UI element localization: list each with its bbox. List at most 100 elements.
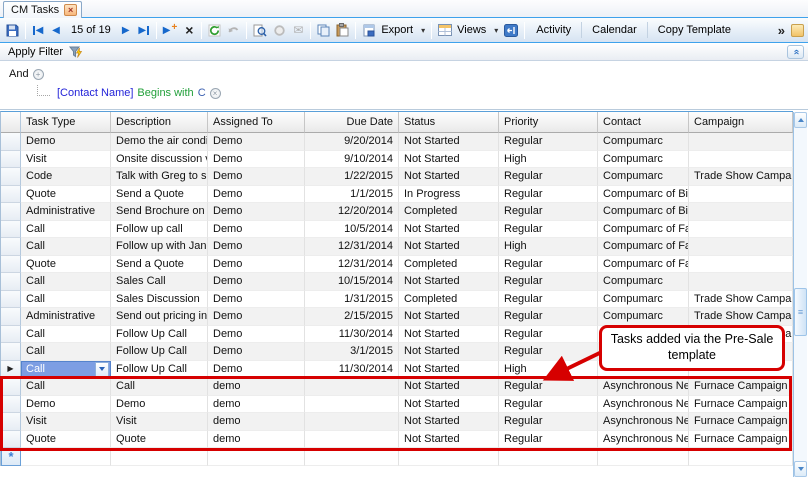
grid-cell[interactable]: Compumarc of Fargo bbox=[598, 238, 689, 256]
column-header-task-type[interactable]: Task Type bbox=[21, 112, 111, 133]
grid-cell[interactable]: Follow Up Call bbox=[111, 326, 208, 344]
grid-cell[interactable]: Compumarc of Fargo bbox=[598, 221, 689, 239]
table-row[interactable]: QuoteSend a QuoteDemo1/1/2015In Progress… bbox=[1, 186, 793, 204]
grid-cell[interactable] bbox=[689, 151, 793, 169]
grid-cell[interactable]: Talk with Greg to se... bbox=[111, 168, 208, 186]
column-header-due-date[interactable]: Due Date bbox=[305, 112, 399, 133]
grid-cell[interactable]: 11/30/2014 bbox=[305, 326, 399, 344]
grid-cell[interactable]: Regular bbox=[499, 256, 598, 274]
grid-cell[interactable]: Demo bbox=[208, 203, 305, 221]
grid-cell[interactable]: 1/22/2015 bbox=[305, 168, 399, 186]
grid-cell[interactable]: Quote bbox=[21, 186, 111, 204]
grid-cell[interactable]: Not Started bbox=[399, 326, 499, 344]
nav-next-button[interactable]: ▶ bbox=[118, 20, 134, 40]
filter-group-operator[interactable]: And bbox=[9, 68, 29, 80]
grid-cell[interactable]: Regular bbox=[499, 291, 598, 309]
column-header-campaign[interactable]: Campaign bbox=[689, 112, 793, 133]
save-button[interactable] bbox=[4, 20, 21, 40]
grid-cell[interactable]: Demo bbox=[208, 168, 305, 186]
grid-cell[interactable]: Demo bbox=[208, 343, 305, 361]
grid-cell[interactable]: Regular bbox=[499, 186, 598, 204]
row-selector[interactable] bbox=[1, 151, 21, 169]
grid-cell[interactable]: Quote bbox=[21, 256, 111, 274]
grid-cell[interactable]: Compumarc of Bism... bbox=[598, 203, 689, 221]
grid-cell[interactable]: Demo bbox=[208, 221, 305, 239]
table-row[interactable]: CallFollow up with JaneDemo12/31/2014Not… bbox=[1, 238, 793, 256]
grid-cell[interactable]: Demo bbox=[208, 133, 305, 151]
grid-cell[interactable] bbox=[689, 256, 793, 274]
grid-cell[interactable]: Call bbox=[21, 221, 111, 239]
grid-cell[interactable]: 1/1/2015 bbox=[305, 186, 399, 204]
scroll-down-button[interactable] bbox=[794, 461, 807, 477]
grid-cell[interactable]: Regular bbox=[499, 203, 598, 221]
grid-cell[interactable]: Demo bbox=[208, 326, 305, 344]
grid-cell[interactable]: Demo bbox=[208, 308, 305, 326]
grid-cell[interactable]: In Progress bbox=[399, 186, 499, 204]
grid-cell[interactable]: Trade Show Campaign bbox=[689, 308, 793, 326]
column-header-priority[interactable]: Priority bbox=[499, 112, 598, 133]
grid-cell[interactable]: High bbox=[499, 151, 598, 169]
grid-cell[interactable]: Call bbox=[21, 273, 111, 291]
grid-cell[interactable] bbox=[689, 273, 793, 291]
grid-cell[interactable]: Demo bbox=[208, 273, 305, 291]
row-selector[interactable] bbox=[1, 343, 21, 361]
table-row[interactable]: CallFollow up callDemo10/5/2014Not Start… bbox=[1, 221, 793, 239]
filter-field[interactable]: [Contact Name] bbox=[57, 87, 133, 99]
grid-cell[interactable]: Follow up call bbox=[111, 221, 208, 239]
refresh-button[interactable] bbox=[206, 20, 223, 40]
paste-button[interactable] bbox=[334, 20, 351, 40]
table-row[interactable]: DemoDemo the air conditi...Demo9/20/2014… bbox=[1, 133, 793, 151]
grid-cell[interactable]: Send out pricing info... bbox=[111, 308, 208, 326]
delete-record-button[interactable]: × bbox=[181, 20, 197, 40]
grid-cell[interactable]: Not Started bbox=[399, 168, 499, 186]
grid-cell[interactable]: Compumarc of Bism... bbox=[598, 186, 689, 204]
undo-button[interactable] bbox=[225, 20, 242, 40]
row-selector[interactable] bbox=[1, 221, 21, 239]
copy-button[interactable] bbox=[315, 20, 332, 40]
grid-cell[interactable]: Demo bbox=[208, 291, 305, 309]
grid-cell[interactable]: Not Started bbox=[399, 221, 499, 239]
grid-cell[interactable]: Trade Show Campaign bbox=[689, 291, 793, 309]
views-button[interactable]: Views ▾ bbox=[436, 20, 500, 40]
sticky-note-icon[interactable] bbox=[791, 24, 804, 37]
vertical-scrollbar[interactable]: ≡ bbox=[793, 112, 807, 477]
grid-cell[interactable]: Compumarc bbox=[598, 133, 689, 151]
grid-cell[interactable]: Call bbox=[21, 326, 111, 344]
column-header-contact[interactable]: Contact bbox=[598, 112, 689, 133]
grid-cell[interactable]: Call bbox=[21, 291, 111, 309]
grid-cell[interactable]: Demo bbox=[208, 256, 305, 274]
dropdown-button[interactable] bbox=[95, 362, 109, 377]
row-selector[interactable] bbox=[1, 238, 21, 256]
column-header-description[interactable]: Description bbox=[111, 112, 208, 133]
tab-cm-tasks[interactable]: CM Tasks × bbox=[3, 1, 82, 18]
grid-cell[interactable]: Sales Discussion bbox=[111, 291, 208, 309]
grid-cell[interactable]: Completed bbox=[399, 291, 499, 309]
grid-cell[interactable] bbox=[689, 238, 793, 256]
grid-cell[interactable]: 1/31/2015 bbox=[305, 291, 399, 309]
scrollbar-thumb[interactable]: ≡ bbox=[794, 288, 807, 336]
grid-cell[interactable]: High bbox=[499, 238, 598, 256]
grid-cell[interactable]: 9/10/2014 bbox=[305, 151, 399, 169]
nav-last-button[interactable]: ▶ bbox=[136, 20, 152, 40]
table-row[interactable]: QuoteSend a QuoteDemo12/31/2014Completed… bbox=[1, 256, 793, 274]
filter-value[interactable]: C bbox=[198, 87, 206, 99]
row-selector[interactable] bbox=[1, 256, 21, 274]
grid-cell[interactable]: Administrative bbox=[21, 308, 111, 326]
grid-cell[interactable]: Compumarc bbox=[598, 168, 689, 186]
grid-cell[interactable] bbox=[689, 221, 793, 239]
grid-cell[interactable]: Compumarc of Fargo bbox=[598, 256, 689, 274]
grid-cell[interactable]: Demo bbox=[208, 186, 305, 204]
grid-cell[interactable]: Not Started bbox=[399, 273, 499, 291]
grid-cell[interactable]: 9/20/2014 bbox=[305, 133, 399, 151]
grid-cell[interactable]: Send a Quote bbox=[111, 186, 208, 204]
filter-group-row[interactable]: And + bbox=[9, 67, 808, 81]
grid-cell[interactable]: 12/31/2014 bbox=[305, 256, 399, 274]
table-row[interactable]: VisitOnsite discussion visitDemo9/10/201… bbox=[1, 151, 793, 169]
table-row[interactable]: CallSales CallDemo10/15/2014Not StartedR… bbox=[1, 273, 793, 291]
grid-cell[interactable]: Completed bbox=[399, 203, 499, 221]
nav-first-button[interactable]: ◀ bbox=[30, 20, 46, 40]
sync-button[interactable] bbox=[271, 20, 288, 40]
grid-cell[interactable]: Administrative bbox=[21, 203, 111, 221]
grid-cell[interactable]: Not Started bbox=[399, 133, 499, 151]
grid-cell[interactable]: Demo bbox=[21, 133, 111, 151]
